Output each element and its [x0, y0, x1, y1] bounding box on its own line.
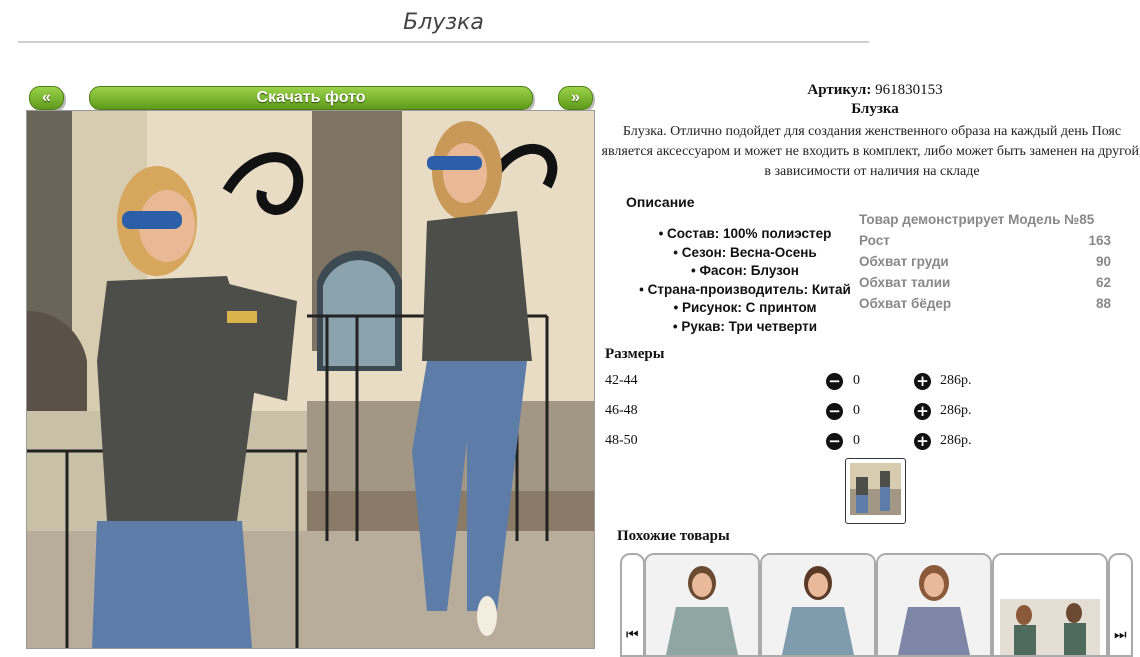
minus-circle-icon[interactable]: − [826, 433, 843, 450]
spec-item: Сезон: Весна-Осень [610, 244, 880, 263]
model-row-value: 163 [1088, 233, 1111, 248]
model-row: Обхват бёдер 88 [859, 293, 1111, 314]
model-row-value: 90 [1095, 254, 1111, 269]
minus-circle-icon[interactable]: − [826, 373, 843, 390]
similar-product-card[interactable] [644, 553, 760, 657]
spec-item: Состав: 100% полиэстер [610, 225, 880, 244]
model-row-label: Обхват бёдер [859, 296, 952, 311]
similar-product-card[interactable] [760, 553, 876, 657]
size-price: 286р. [940, 403, 972, 418]
similar-product-card[interactable] [992, 553, 1108, 657]
size-label: 48-50 [605, 433, 638, 448]
product-name: Блузка [851, 101, 899, 117]
spec-item: Рукав: Три четверти [610, 318, 880, 337]
size-price: 286р. [940, 433, 972, 448]
skip-back-icon: ⏮ [626, 627, 639, 643]
size-quantity: 0 [853, 433, 860, 448]
similar-title: Похожие товары [617, 528, 730, 544]
model-row: Обхват талии 62 [859, 272, 1111, 293]
model-row-label: Рост [859, 233, 890, 248]
plus-circle-icon[interactable]: + [914, 433, 931, 450]
size-row: 46-48 − 0 + 286р. [605, 399, 1005, 423]
minus-circle-icon[interactable]: − [826, 403, 843, 420]
model-row-label: Обхват талии [859, 275, 951, 290]
photo-thumbnail[interactable] [845, 458, 906, 524]
model-title: Товар демонстрирует Модель №85 [859, 212, 1095, 227]
carousel-prev-button[interactable]: ⏮ [620, 553, 645, 657]
size-row: 42-44 − 0 + 286р. [605, 369, 1005, 393]
specs-list: Состав: 100% полиэстер Сезон: Весна-Осен… [610, 225, 880, 336]
spec-item: Рисунок: С принтом [610, 299, 880, 318]
article-line: Артикул: 961830153 [600, 82, 1140, 99]
size-row: 48-50 − 0 + 286р. [605, 429, 1005, 453]
article-label: Артикул: [807, 82, 872, 98]
next-photo-button[interactable]: » [558, 86, 593, 110]
article-value: 961830153 [875, 82, 943, 98]
specs-title: Описание [626, 194, 695, 210]
prev-photo-button[interactable]: « [29, 86, 64, 110]
model-row: Обхват груди 90 [859, 251, 1111, 272]
size-price: 286р. [940, 373, 972, 388]
model-row-value: 88 [1095, 296, 1111, 311]
size-quantity: 0 [853, 373, 860, 388]
download-photo-button[interactable]: Скачать фото [89, 86, 533, 110]
sizes-title: Размеры [605, 346, 665, 362]
model-row-value: 62 [1095, 275, 1111, 290]
spec-item: Страна-производитель: Китай [610, 281, 880, 300]
model-row-label: Обхват груди [859, 254, 949, 269]
page-title: Блузка [18, 10, 869, 43]
skip-forward-icon: ⏭ [1114, 627, 1127, 643]
product-photo[interactable] [26, 110, 595, 649]
plus-circle-icon[interactable]: + [914, 403, 931, 420]
model-measurements: Товар демонстрирует Модель №85 Рост 163 … [859, 209, 1111, 314]
size-label: 46-48 [605, 403, 638, 418]
similar-product-card[interactable] [876, 553, 992, 657]
carousel-next-button[interactable]: ⏭ [1108, 553, 1133, 657]
model-row: Рост 163 [859, 230, 1111, 251]
product-description: Блузка. Отлично подойдет для создания же… [601, 124, 1140, 179]
size-quantity: 0 [853, 403, 860, 418]
spec-item: Фасон: Блузон [610, 262, 880, 281]
plus-circle-icon[interactable]: + [914, 373, 931, 390]
size-label: 42-44 [605, 373, 638, 388]
